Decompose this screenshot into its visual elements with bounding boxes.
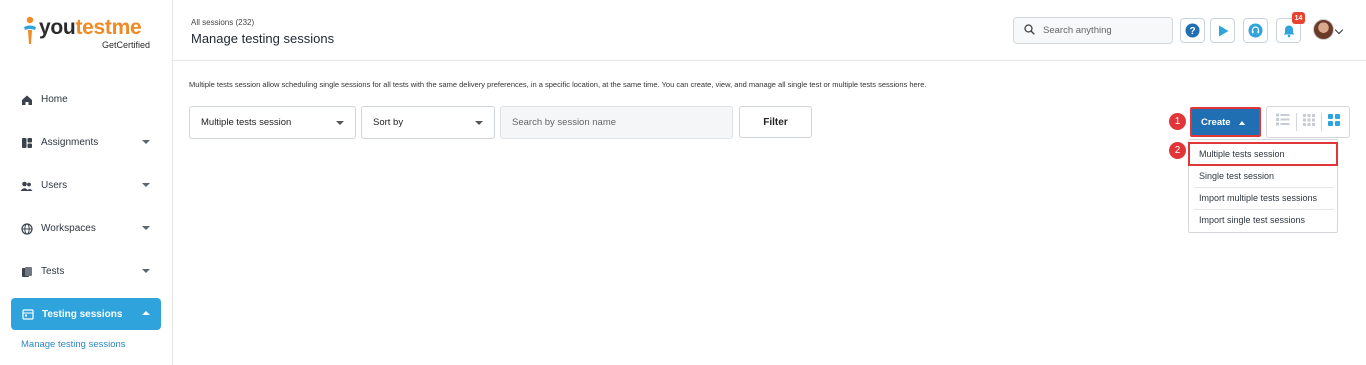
- compact-grid-view-button[interactable]: [1303, 113, 1315, 131]
- chevron-down-icon: [142, 183, 150, 187]
- video-tutorial-button[interactable]: [1210, 18, 1235, 43]
- chevron-down-icon: [142, 226, 150, 230]
- assignments-icon: [20, 136, 33, 149]
- top-header: All sessions (232) Manage testing sessio…: [173, 0, 1366, 61]
- menu-item-multiple-tests-session[interactable]: Multiple tests session: [1188, 142, 1338, 166]
- sidebar-item-label: Workspaces: [41, 223, 96, 234]
- session-type-select-value: Multiple tests session: [201, 117, 292, 128]
- sidebar-sublink-manage-testing-sessions[interactable]: Manage testing sessions: [21, 339, 126, 350]
- calendar-icon: [21, 308, 34, 321]
- step-marker-1: 1: [1169, 113, 1186, 130]
- menu-item-import-single-test-sessions[interactable]: Import single test sessions: [1189, 209, 1337, 231]
- logo-wordmark: youtestme: [39, 16, 142, 39]
- session-type-select[interactable]: Multiple tests session: [189, 106, 356, 139]
- bell-icon: [1283, 25, 1294, 37]
- page-title: Manage testing sessions: [191, 31, 335, 46]
- sidebar-item-label: Home: [41, 94, 68, 105]
- sidebar-item-home[interactable]: Home: [0, 78, 172, 121]
- sort-by-select-value: Sort by: [373, 117, 404, 128]
- divider: [1321, 113, 1322, 131]
- create-dropdown-menu: Multiple tests session Single test sessi…: [1188, 139, 1338, 233]
- sidebar-item-tests[interactable]: Tests: [0, 250, 172, 293]
- list-view-icon: [1276, 113, 1290, 126]
- create-button-label: Create: [1201, 116, 1231, 128]
- global-search-input[interactable]: Search anything: [1013, 17, 1173, 44]
- play-icon: [1218, 25, 1228, 36]
- sidebar-nav: Home Assignments Users Workspaces Tests …: [0, 78, 172, 330]
- avatar[interactable]: [1313, 19, 1334, 40]
- session-name-search-input[interactable]: Search by session name: [500, 106, 733, 139]
- session-search-placeholder: Search by session name: [512, 117, 617, 128]
- chevron-up-icon: [1239, 121, 1245, 125]
- svg-text:?: ?: [1189, 26, 1195, 37]
- sidebar-item-label: Testing sessions: [42, 308, 123, 320]
- chevron-down-icon[interactable]: [1334, 25, 1344, 35]
- list-view-button[interactable]: [1276, 113, 1290, 131]
- globe-icon: [20, 222, 33, 235]
- headset-icon: [1248, 23, 1263, 38]
- sidebar-item-label: Users: [41, 180, 68, 191]
- users-icon: [20, 179, 33, 192]
- chevron-up-icon: [142, 311, 150, 315]
- chevron-down-icon: [142, 140, 150, 144]
- step-marker-2: 2: [1169, 142, 1186, 159]
- sidebar-item-testing-sessions[interactable]: Testing sessions: [11, 298, 161, 330]
- menu-item-single-test-session[interactable]: Single test session: [1189, 165, 1337, 187]
- card-view-button[interactable]: [1328, 113, 1340, 131]
- page-description: Multiple tests session allow scheduling …: [189, 80, 927, 89]
- divider: [1296, 113, 1297, 131]
- sort-by-select[interactable]: Sort by: [361, 106, 495, 139]
- logo-tagline: GetCertified: [102, 40, 151, 50]
- support-button[interactable]: [1243, 18, 1268, 43]
- sidebar: youtestme GetCertified Home Assignments …: [0, 0, 173, 365]
- search-placeholder: Search anything: [1043, 25, 1112, 36]
- breadcrumb[interactable]: All sessions (232): [191, 18, 254, 27]
- sidebar-item-users[interactable]: Users: [0, 164, 172, 207]
- grid-small-icon: [1303, 114, 1315, 126]
- tests-icon: [20, 265, 33, 278]
- menu-item-import-multiple-tests-sessions[interactable]: Import multiple tests sessions: [1189, 187, 1337, 209]
- search-icon: [1024, 23, 1035, 38]
- filter-button[interactable]: Filter: [739, 106, 812, 138]
- home-icon: [20, 93, 33, 106]
- notifications-count-badge: 14: [1292, 12, 1305, 24]
- sidebar-item-workspaces[interactable]: Workspaces: [0, 207, 172, 250]
- chevron-down-icon: [142, 269, 150, 273]
- sidebar-item-label: Assignments: [41, 137, 99, 148]
- sidebar-item-assignments[interactable]: Assignments: [0, 121, 172, 164]
- grid-large-icon: [1328, 114, 1340, 126]
- create-button[interactable]: Create: [1190, 107, 1261, 137]
- help-icon: ?: [1185, 23, 1200, 38]
- chevron-down-icon: [475, 121, 483, 125]
- view-mode-toggle-group: [1266, 106, 1350, 138]
- help-button[interactable]: ?: [1180, 18, 1205, 43]
- sidebar-item-label: Tests: [41, 266, 65, 277]
- logo[interactable]: youtestme GetCertified: [21, 16, 161, 54]
- logo-mark-icon: [24, 16, 36, 44]
- chevron-down-icon: [336, 121, 344, 125]
